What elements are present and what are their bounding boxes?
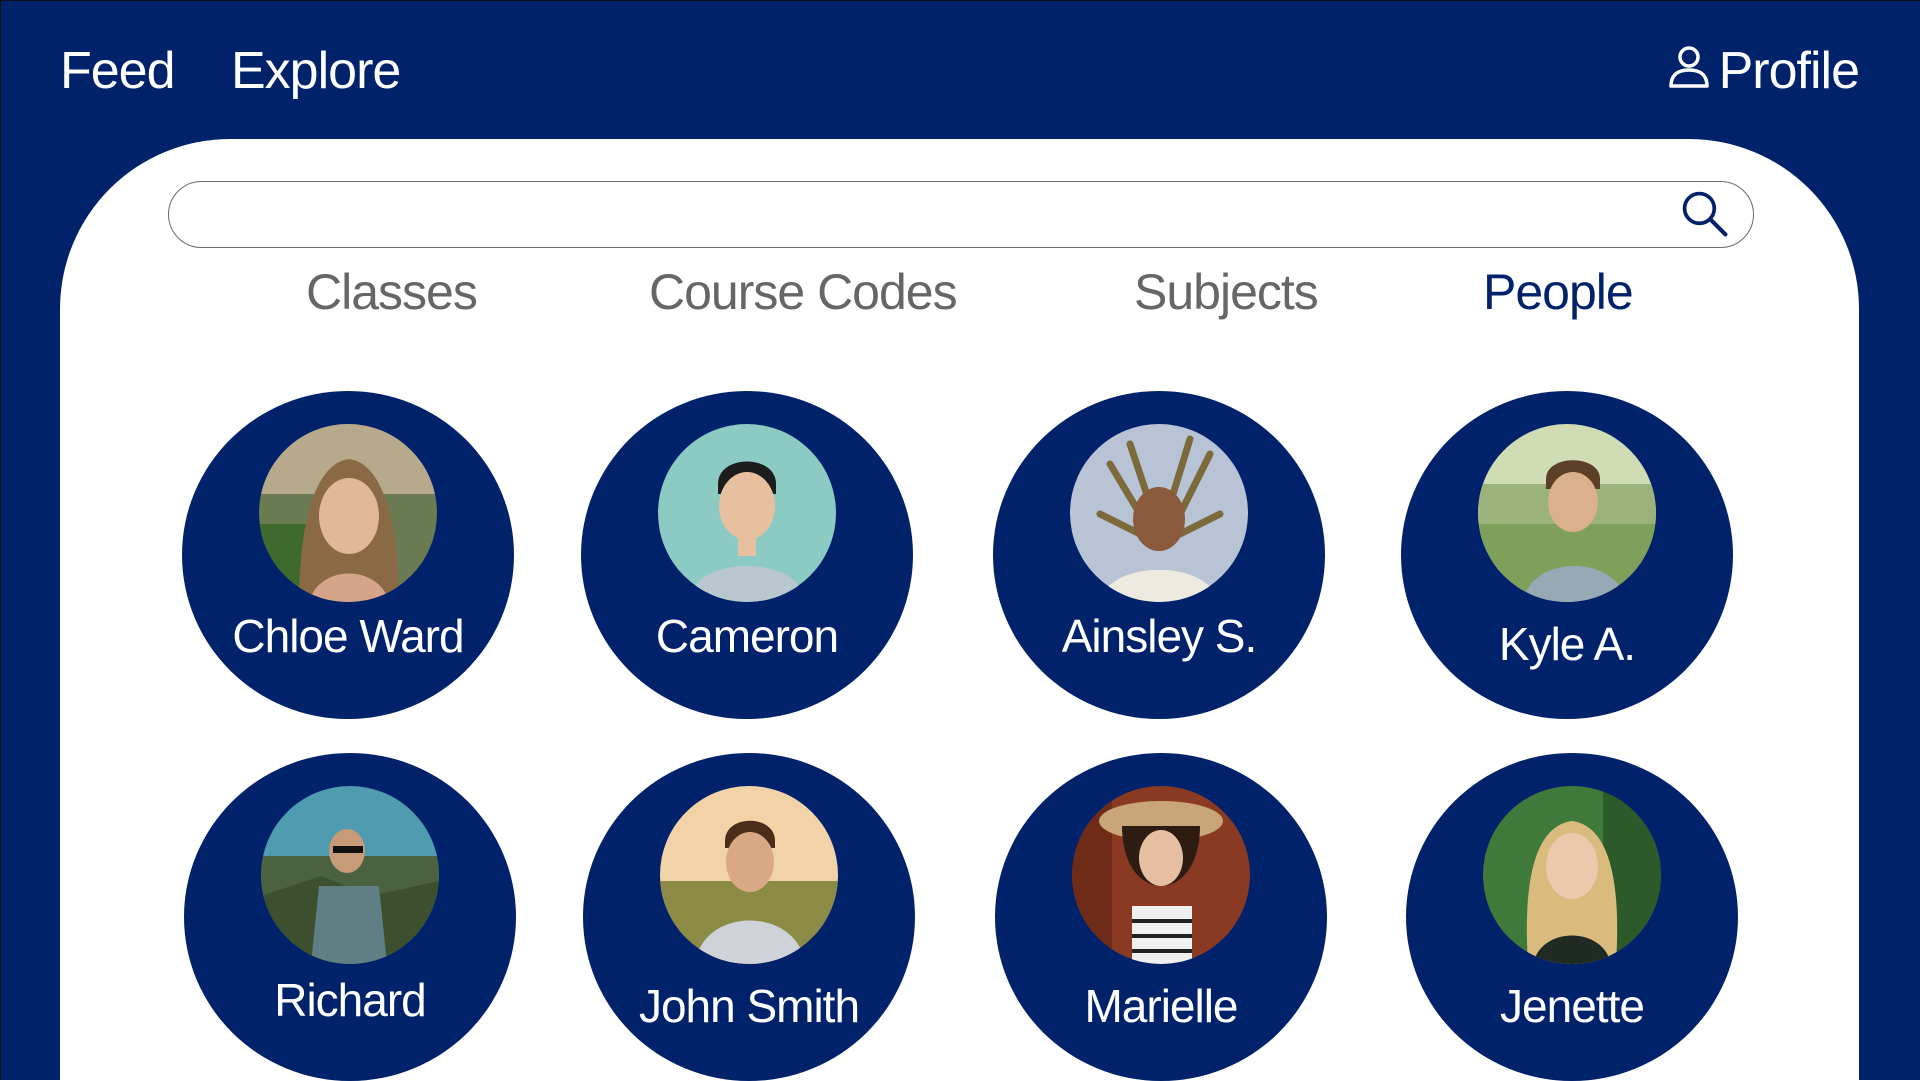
person-card-jenette[interactable]: Jenette [1406, 753, 1738, 1081]
tab-subjects[interactable]: Subjects [1134, 259, 1319, 325]
person-card-chloe-ward[interactable]: Chloe Ward [182, 391, 514, 719]
search-input[interactable] [199, 192, 1649, 237]
nav-profile-label: Profile [1718, 42, 1860, 100]
search-icon [1679, 188, 1731, 245]
nav-profile-link[interactable]: Profile [1667, 41, 1860, 101]
avatar [1072, 786, 1250, 964]
tab-people[interactable]: People [1483, 259, 1634, 325]
avatar [660, 786, 838, 964]
avatar [259, 424, 437, 602]
person-card-kyle-a[interactable]: Kyle A. [1401, 391, 1733, 719]
person-name: Jenette [1500, 980, 1645, 1032]
person-card-marielle[interactable]: Marielle [995, 753, 1327, 1081]
search-category-tabs: Classes Course Codes Subjects People [1, 259, 1920, 329]
person-name: Kyle A. [1498, 618, 1636, 670]
person-card-john-smith[interactable]: John Smith [583, 753, 915, 1081]
user-icon [1667, 41, 1711, 101]
search-bar [168, 181, 1754, 248]
avatar [658, 424, 836, 602]
avatar [1478, 424, 1656, 602]
top-navigation: Feed Explore Profile [1, 1, 1920, 138]
tab-classes[interactable]: Classes [306, 259, 478, 325]
person-name: Cameron [655, 610, 839, 662]
nav-feed-link[interactable]: Feed [60, 41, 176, 101]
person-card-ainsley-s[interactable]: Ainsley S. [993, 391, 1325, 719]
search-button[interactable] [1677, 188, 1733, 244]
person-name: Chloe Ward [232, 610, 464, 662]
person-name: Ainsley S. [1061, 610, 1258, 662]
avatar [1070, 424, 1248, 602]
person-name: Richard [274, 974, 427, 1026]
avatar [261, 786, 439, 964]
person-name: Marielle [1084, 980, 1238, 1032]
nav-explore-link[interactable]: Explore [231, 41, 401, 101]
person-card-cameron[interactable]: Cameron [581, 391, 913, 719]
app-frame: Feed Explore Profile Classes Course Code… [0, 0, 1920, 1081]
person-name: John Smith [638, 980, 860, 1032]
person-card-richard[interactable]: Richard [184, 753, 516, 1081]
tab-course-codes[interactable]: Course Codes [649, 259, 958, 325]
avatar [1483, 786, 1661, 964]
